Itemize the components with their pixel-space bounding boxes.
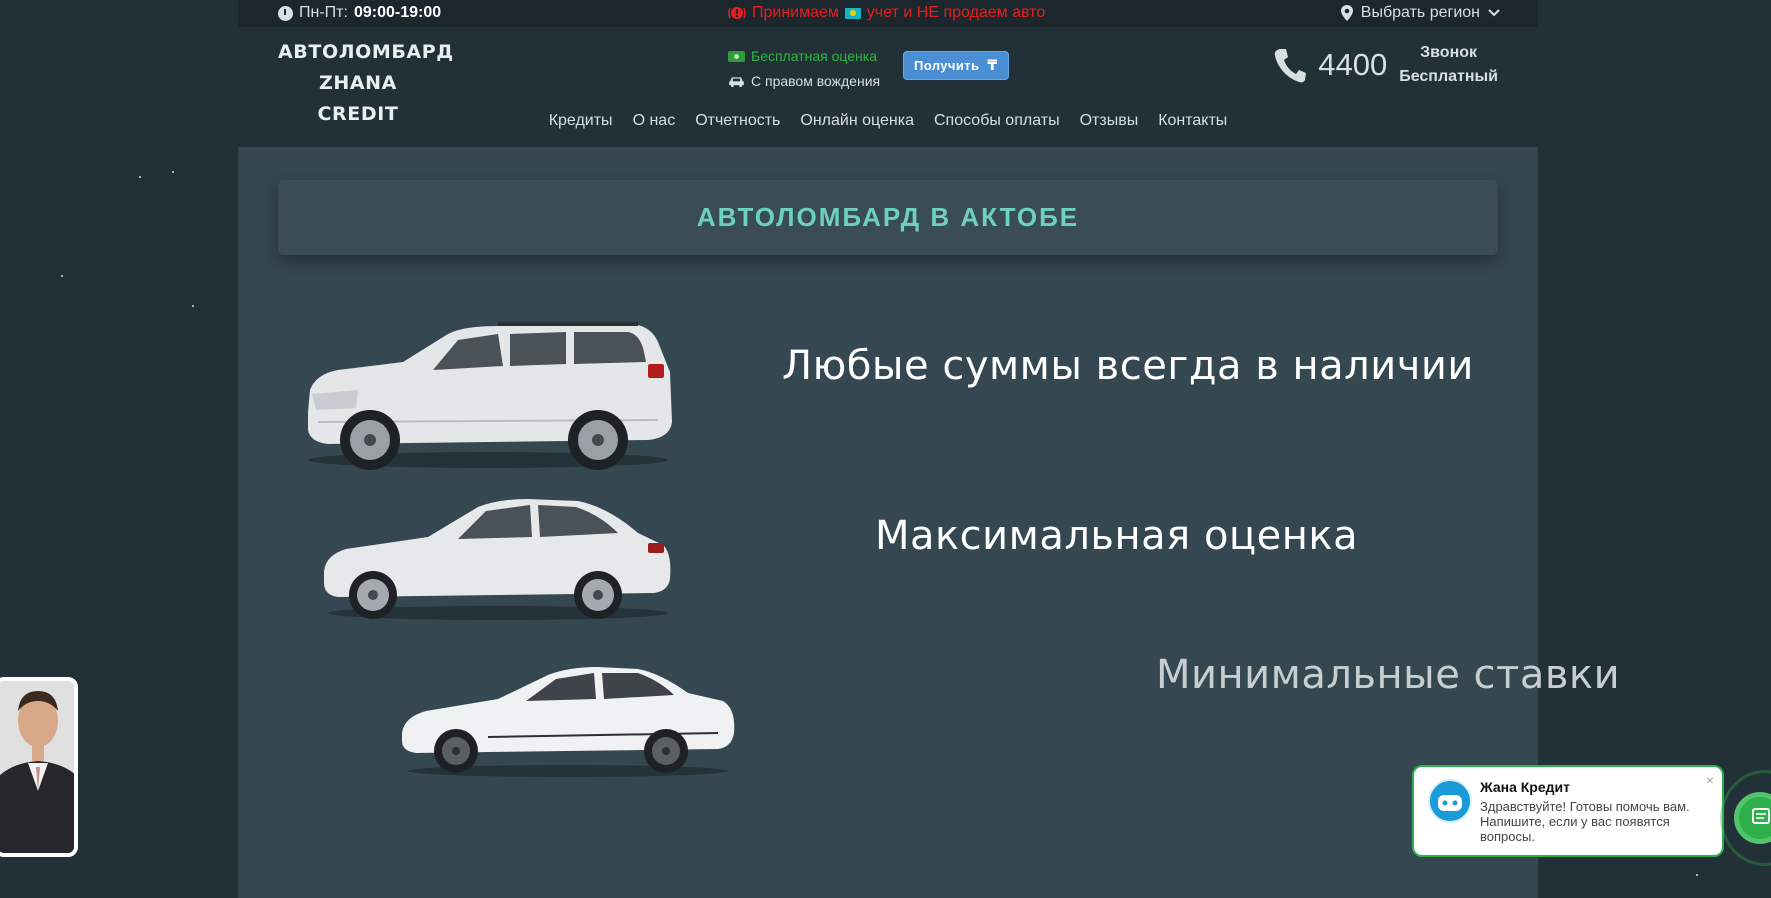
header-features: Бесплатная оценка С правом вождения [728, 44, 880, 94]
hours-value: 09:00-19:00 [353, 4, 442, 21]
site-header: АВТОЛОМБАРД ZHANA CREDIT Бесплатная оцен… [238, 27, 1538, 147]
promo-text-accept: Принимаем [752, 4, 839, 21]
background-star [61, 275, 63, 277]
chat-open-button[interactable] [1734, 792, 1771, 844]
top-bar: Пн-Пт: 09:00-19:00 Принимаем учет и НЕ п… [238, 0, 1538, 27]
phone-number: 4400 [1318, 47, 1388, 82]
presenter-video-thumbnail [0, 681, 74, 853]
feature-driving-right: С правом вождения [728, 69, 880, 94]
nav-item-payment-methods[interactable]: Способы оплаты [934, 112, 1060, 130]
background-star [172, 171, 174, 173]
robot-avatar-icon [1438, 795, 1462, 811]
nav-item-credits[interactable]: Кредиты [549, 112, 613, 130]
nav-item-online-evaluation[interactable]: Онлайн оценка [800, 112, 914, 130]
nav-item-reviews[interactable]: Отзывы [1080, 112, 1139, 130]
get-button-label: Получить [914, 58, 980, 73]
slogan-any-amount: Любые суммы всегда в наличии [782, 343, 1474, 389]
tenge-icon: ₸ [987, 57, 998, 73]
sedan-car-image [324, 499, 671, 620]
phone-caption-line2: Бесплатный [1399, 68, 1498, 85]
chat-sender-name: Жана Кредит [1480, 779, 1570, 795]
car-icon [729, 77, 744, 87]
chat-close-icon[interactable]: × [1706, 772, 1714, 788]
hero-title: АВТОЛОМБАРД В АКТОБЕ [696, 202, 1080, 232]
region-label: Выбрать регион [1360, 4, 1480, 21]
phone-caption: Звонок Бесплатный [1399, 41, 1498, 89]
region-selector[interactable]: Выбрать регион [1340, 4, 1500, 22]
location-pin-icon [1340, 5, 1353, 21]
alarm-icon [728, 7, 746, 19]
chat-icon [1752, 808, 1770, 824]
hours-label: Пн-Пт: [299, 4, 348, 21]
get-button[interactable]: Получить ₸ [903, 51, 1009, 80]
slogan-min-rates: Минимальные ставки [1156, 652, 1621, 698]
nav-item-contacts[interactable]: Контакты [1158, 112, 1227, 130]
chat-message: Здравствуйте! Готовы помочь вам. Напишит… [1480, 799, 1690, 844]
main-nav: Кредиты О нас Отчетность Онлайн оценка С… [238, 112, 1538, 130]
promo-text-rest: учет и НЕ продаем авто [866, 4, 1046, 21]
nav-item-reports[interactable]: Отчетность [695, 112, 780, 130]
nav-item-about[interactable]: О нас [633, 112, 676, 130]
hero-title-box: АВТОЛОМБАРД В АКТОБЕ [278, 180, 1498, 255]
logo-line1: АВТОЛОМБАРД [278, 41, 454, 63]
feature-free-label: Бесплатная оценка [751, 48, 877, 64]
feature-drive-label: С правом вождения [751, 73, 881, 89]
feature-free-evaluation: Бесплатная оценка [728, 44, 880, 69]
background-star [139, 176, 141, 178]
slogan-max-evaluation: Максимальная оценка [875, 513, 1359, 559]
working-hours: Пн-Пт: 09:00-19:00 [278, 4, 441, 22]
background-star [1696, 874, 1698, 876]
camry-car-image [402, 667, 735, 777]
chevron-down-icon [1488, 9, 1500, 17]
clock-icon [278, 5, 293, 21]
video-widget[interactable] [0, 677, 78, 857]
background-star [192, 305, 194, 307]
phone-icon [1274, 49, 1307, 83]
suv-car-image [308, 322, 672, 470]
chat-avatar [1428, 779, 1472, 823]
hero-section: АВТОЛОМБАРД В АКТОБЕ Любые суммы всегда … [238, 147, 1620, 898]
promo-banner: Принимаем учет и НЕ продаем авто [728, 4, 1045, 22]
page-container: Пн-Пт: 09:00-19:00 Принимаем учет и НЕ п… [238, 0, 1620, 898]
chat-popup[interactable]: Жана Кредит Здравствуйте! Готовы помочь … [1412, 765, 1724, 857]
phone-caption-line1: Звонок [1420, 44, 1478, 61]
money-icon [728, 51, 745, 62]
phone-block[interactable]: 4400 Звонок Бесплатный [1274, 41, 1498, 89]
kazakhstan-flag-icon [844, 7, 861, 19]
